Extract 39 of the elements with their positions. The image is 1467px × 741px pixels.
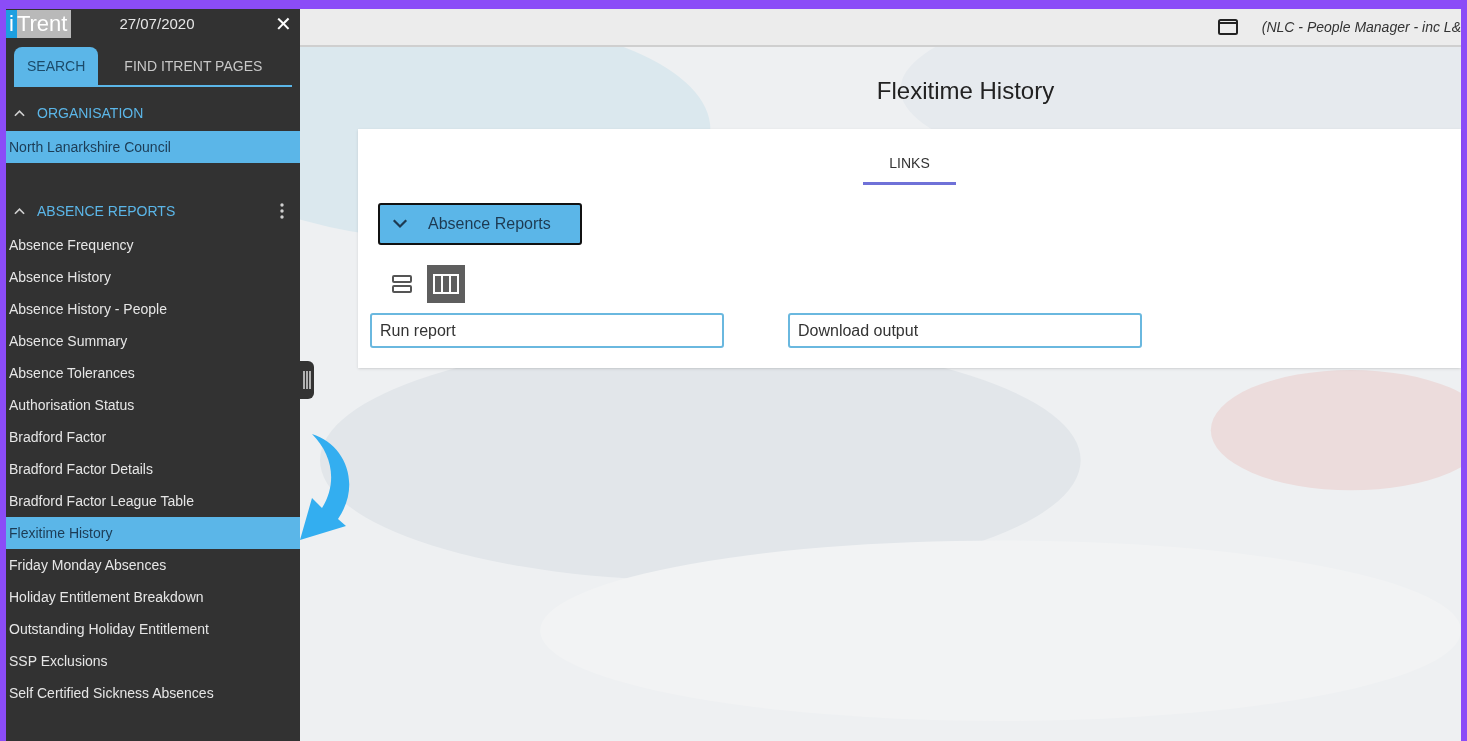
sidebar-item[interactable]: Self Certified Sickness Absences [6,677,300,709]
date: 27/07/2020 [119,13,195,34]
chevron-down-icon [392,219,408,229]
sidebar-tab[interactable]: FIND ITRENT PAGES [98,47,289,85]
close-button[interactable]: ✕ [275,14,292,34]
rows-icon [391,273,413,295]
more-icon[interactable] [280,203,284,219]
links-tab[interactable]: LINKS [863,153,956,185]
context-label: (NLC - People Manager - inc L& [1261,17,1461,37]
sidebar-tab[interactable]: SEARCH [14,47,99,85]
sidebar-item[interactable]: Flexitime History [6,517,300,549]
group-toggle[interactable]: Absence Reports [378,203,582,245]
sidebar-item[interactable]: SSP Exclusions [6,645,300,677]
sidebar-item[interactable]: Friday Monday Absences [6,549,300,581]
columns-view-button[interactable] [427,265,465,303]
sidebar-item[interactable]: Absence Tolerances [6,357,300,389]
sidebar-item[interactable]: Bradford Factor [6,421,300,453]
logo-letter: i [6,10,17,38]
link-button[interactable]: Download output [788,313,1142,348]
sidebar-item[interactable]: Bradford Factor Details [6,453,300,485]
sidebar-item[interactable]: Outstanding Holiday Entitlement [6,613,300,645]
columns-icon [433,274,459,294]
link-button[interactable]: Run report [370,313,724,348]
section-title[interactable]: ORGANISATION [37,102,144,124]
sidebar-resize-handle[interactable] [300,361,314,399]
section-title[interactable]: ABSENCE REPORTS [37,200,176,222]
sidebar-item[interactable]: Absence Summary [6,325,300,357]
sidebar-item[interactable]: North Lanarkshire Council [6,131,300,163]
sidebar-item[interactable]: Absence History - People [6,293,300,325]
sidebar-item[interactable]: Absence Frequency [6,229,300,261]
logo-word: Trent [16,10,69,38]
page-title: Flexitime History [875,76,1056,106]
chevron-up-icon [14,109,25,117]
sidebar-item[interactable]: Absence History [6,261,300,293]
sidebar-item[interactable]: Holiday Entitlement Breakdown [6,581,300,613]
chevron-up-icon [14,207,25,215]
sidebar-item[interactable]: Authorisation Status [6,389,300,421]
sidebar-item[interactable]: Bradford Factor League Table [6,485,300,517]
window-icon[interactable] [1217,19,1238,35]
